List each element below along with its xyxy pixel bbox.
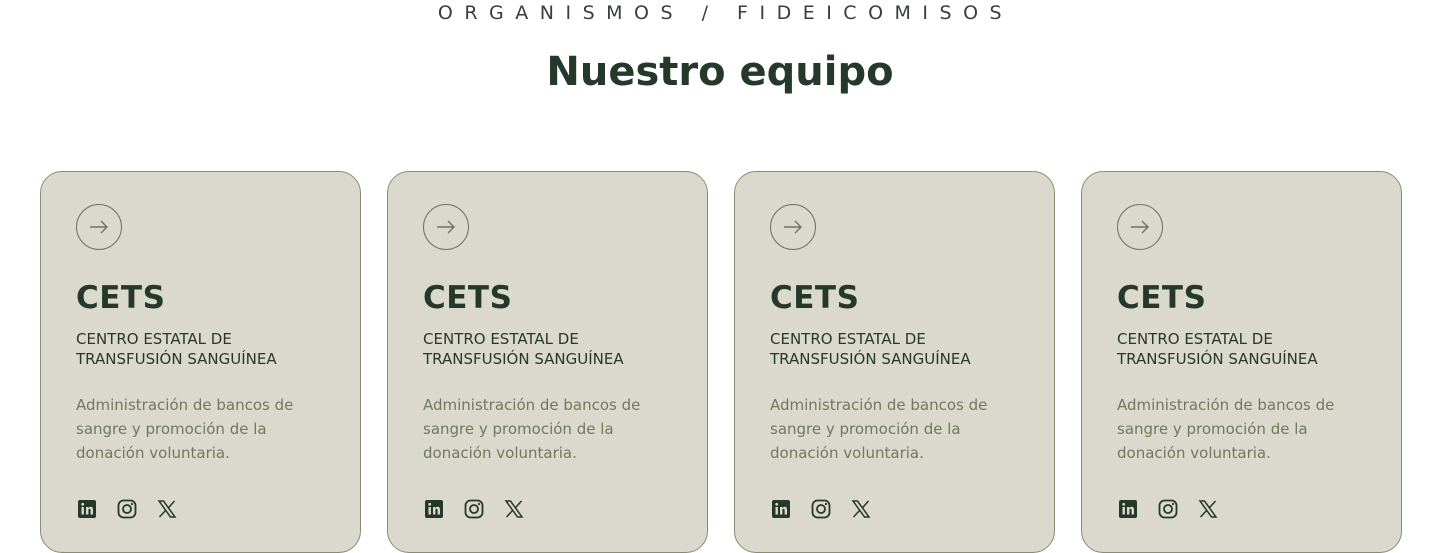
linkedin-icon[interactable] — [770, 498, 792, 520]
card-title: CETS — [76, 280, 166, 316]
instagram-icon[interactable] — [1157, 498, 1179, 520]
instagram-icon[interactable] — [463, 498, 485, 520]
x-icon[interactable] — [1197, 498, 1219, 520]
section-eyebrow: ORGANISMOS / FIDEICOMISOS — [437, 2, 1014, 24]
card-subtitle: CENTRO ESTATAL DE TRANSFUSIÓN SANGUÍNEA — [770, 330, 971, 368]
team-card[interactable]: CETS CENTRO ESTATAL DE TRANSFUSIÓN SANGU… — [1081, 171, 1402, 553]
team-card[interactable]: CETS CENTRO ESTATAL DE TRANSFUSIÓN SANGU… — [734, 171, 1055, 553]
team-section: ORGANISMOS / FIDEICOMISOS Nuestro equipo… — [0, 0, 1440, 553]
card-title: CETS — [770, 280, 860, 316]
card-subtitle: CENTRO ESTATAL DE TRANSFUSIÓN SANGUÍNEA — [423, 330, 624, 368]
social-links — [76, 498, 178, 520]
linkedin-icon[interactable] — [76, 498, 98, 520]
team-card[interactable]: CETS CENTRO ESTATAL DE TRANSFUSIÓN SANGU… — [387, 171, 708, 553]
team-cards: CETS CENTRO ESTATAL DE TRANSFUSIÓN SANGU… — [40, 171, 1402, 553]
arrow-right-icon[interactable] — [1117, 204, 1163, 250]
card-subtitle: CENTRO ESTATAL DE TRANSFUSIÓN SANGUÍNEA — [1117, 330, 1318, 368]
card-description: Administración de bancos de sangre y pro… — [1117, 396, 1335, 462]
social-links — [423, 498, 525, 520]
instagram-icon[interactable] — [810, 498, 832, 520]
card-description: Administración de bancos de sangre y pro… — [76, 396, 294, 462]
card-description: Administración de bancos de sangre y pro… — [770, 396, 988, 462]
arrow-right-icon[interactable] — [423, 204, 469, 250]
linkedin-icon[interactable] — [1117, 498, 1139, 520]
card-description: Administración de bancos de sangre y pro… — [423, 396, 641, 462]
card-title: CETS — [1117, 280, 1207, 316]
x-icon[interactable] — [156, 498, 178, 520]
instagram-icon[interactable] — [116, 498, 138, 520]
x-icon[interactable] — [850, 498, 872, 520]
arrow-right-icon[interactable] — [770, 204, 816, 250]
social-links — [1117, 498, 1219, 520]
arrow-right-icon[interactable] — [76, 204, 122, 250]
team-card[interactable]: CETS CENTRO ESTATAL DE TRANSFUSIÓN SANGU… — [40, 171, 361, 553]
linkedin-icon[interactable] — [423, 498, 445, 520]
social-links — [770, 498, 872, 520]
card-subtitle: CENTRO ESTATAL DE TRANSFUSIÓN SANGUÍNEA — [76, 330, 277, 368]
section-title: Nuestro equipo — [546, 49, 894, 95]
card-title: CETS — [423, 280, 513, 316]
x-icon[interactable] — [503, 498, 525, 520]
